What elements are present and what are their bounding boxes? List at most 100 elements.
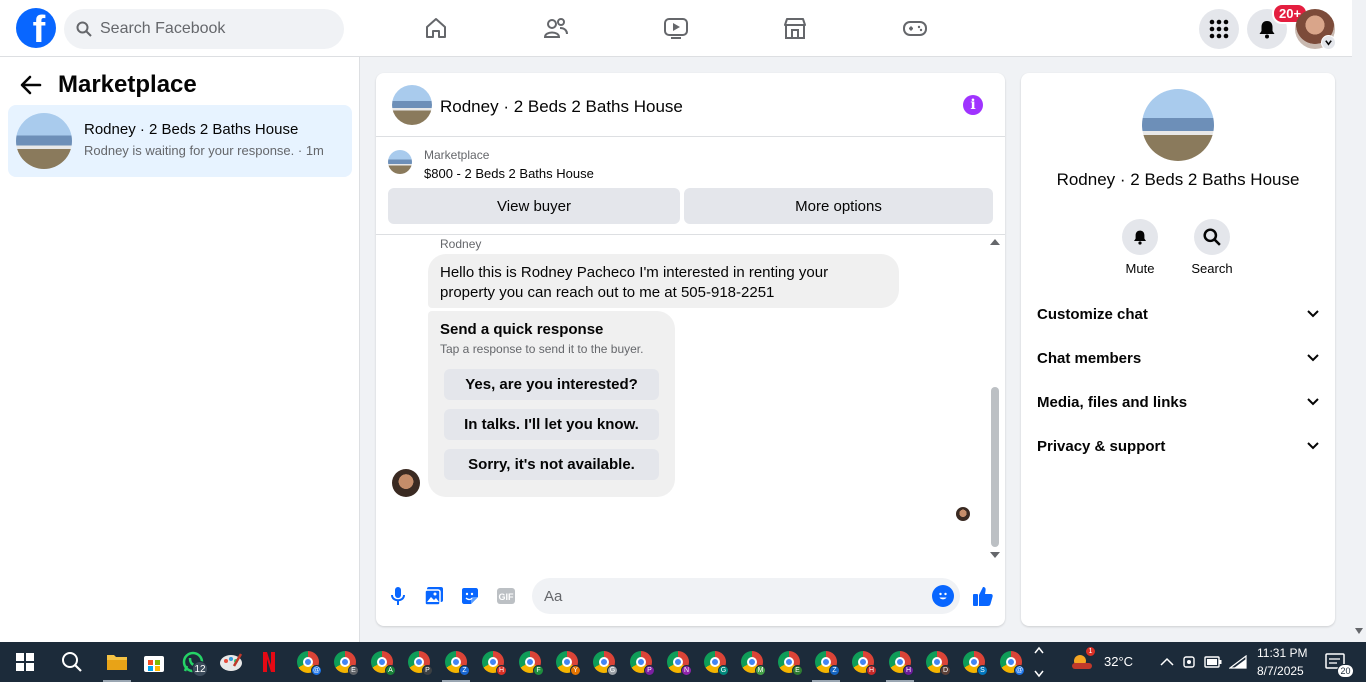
taskbar-scroll-arrows[interactable] — [1032, 644, 1046, 680]
left-sidebar: Marketplace Rodney · 2 Beds 2 Baths Hous… — [0, 57, 360, 642]
quick-response-subtitle: Tap a response to send it to the buyer. — [440, 342, 644, 356]
sidebar-header: Marketplace — [20, 71, 197, 99]
windows-start-icon[interactable] — [13, 650, 37, 674]
chrome-icon[interactable]: F — [518, 650, 544, 676]
chat-thumbnail[interactable] — [392, 85, 432, 125]
search-box[interactable] — [64, 9, 344, 49]
conversation-item[interactable]: Rodney · 2 Beds 2 Baths House Rodney is … — [8, 105, 352, 177]
temperature-text[interactable]: 32°C — [1104, 654, 1133, 669]
search-input[interactable] — [100, 20, 320, 38]
chrome-icon[interactable]: H — [888, 650, 914, 676]
page-title: Marketplace — [58, 71, 197, 98]
message-composer[interactable] — [532, 578, 960, 614]
seen-indicator-avatar — [956, 507, 970, 521]
privacy-support-row[interactable]: Privacy & support — [1037, 424, 1319, 468]
chrome-icon[interactable]: D — [925, 650, 951, 676]
clock-time[interactable]: 11:31 PM — [1257, 646, 1307, 660]
paint-icon[interactable] — [219, 650, 243, 674]
chrome-icon[interactable]: P — [629, 650, 655, 676]
customize-chat-row[interactable]: Customize chat — [1037, 292, 1319, 336]
chevron-down-icon — [1307, 310, 1319, 318]
search-icon[interactable] — [60, 650, 84, 674]
file-explorer-icon[interactable] — [105, 650, 129, 674]
marketplace-icon[interactable] — [779, 12, 811, 44]
listing-thumbnail — [16, 113, 72, 169]
weather-icon[interactable]: 1 — [1070, 646, 1096, 674]
section-label: Privacy & support — [1037, 437, 1166, 455]
notification-center-icon[interactable]: 20 — [1324, 650, 1354, 678]
chrome-icon[interactable]: Y — [555, 650, 581, 676]
quick-response-button[interactable]: Yes, are you interested? — [444, 369, 659, 400]
chrome-icon[interactable]: S — [962, 650, 988, 676]
home-icon[interactable] — [420, 12, 452, 44]
page-scrollbar[interactable] — [1352, 0, 1366, 642]
chrome-icon[interactable]: H — [851, 650, 877, 676]
menu-grid-button[interactable] — [1199, 9, 1239, 49]
scroll-down-arrow[interactable] — [1355, 628, 1363, 634]
tray-overflow-icon[interactable] — [1155, 650, 1179, 674]
chrome-icon[interactable]: @ — [999, 650, 1025, 676]
chrome-icon[interactable]: H — [481, 650, 507, 676]
chevron-down-icon — [1307, 442, 1319, 450]
search-conversation-button[interactable]: Search — [1182, 219, 1242, 276]
chrome-icon[interactable]: N — [666, 650, 692, 676]
top-navigation-bar: f 20+ — [0, 0, 1352, 57]
video-icon[interactable] — [660, 12, 692, 44]
microphone-icon[interactable] — [387, 585, 409, 607]
chrome-icon[interactable]: Z — [814, 650, 840, 676]
friends-icon[interactable] — [540, 12, 572, 44]
listing-price[interactable]: $800 - 2 Beds 2 Baths House — [424, 166, 594, 181]
quick-response-button[interactable]: In talks. I'll let you know. — [444, 409, 659, 440]
chrome-icon[interactable]: A — [370, 650, 396, 676]
details-thumbnail[interactable] — [1142, 89, 1214, 161]
media-files-links-row[interactable]: Media, files and links — [1037, 380, 1319, 424]
info-icon[interactable]: i — [963, 95, 983, 115]
message-input[interactable] — [544, 587, 924, 605]
chrome-icon[interactable]: M — [740, 650, 766, 676]
chrome-icon[interactable]: P — [407, 650, 433, 676]
gaming-icon[interactable] — [899, 12, 931, 44]
sticker-icon[interactable] — [459, 585, 481, 607]
chrome-icon[interactable]: G — [703, 650, 729, 676]
chrome-icon[interactable]: G — [592, 650, 618, 676]
grid-icon — [1209, 19, 1229, 39]
emoji-icon[interactable] — [932, 585, 954, 607]
view-buyer-button[interactable]: View buyer — [388, 188, 680, 224]
sender-avatar[interactable] — [392, 469, 420, 497]
chrome-icon[interactable]: Z — [444, 650, 470, 676]
meet-now-icon[interactable] — [1178, 650, 1202, 674]
chat-scrollbar[interactable] — [991, 387, 999, 547]
chevron-down-icon — [1307, 398, 1319, 406]
thumbs-up-icon[interactable] — [972, 585, 994, 607]
whatsapp-badge: 12 — [192, 661, 208, 677]
whatsapp-icon[interactable]: 12 — [181, 650, 208, 677]
chrome-icon[interactable]: E — [333, 650, 359, 676]
back-arrow-icon[interactable] — [20, 75, 42, 95]
chat-title[interactable]: Rodney · 2 Beds 2 Baths House — [440, 97, 683, 117]
clock-date[interactable]: 8/7/2025 — [1257, 664, 1304, 678]
battery-icon[interactable] — [1201, 650, 1225, 674]
listing-thumbnail-small — [388, 150, 412, 174]
wifi-icon[interactable] — [1226, 650, 1250, 674]
chrome-icon[interactable]: @ — [296, 650, 322, 676]
message-bubble[interactable]: Hello this is Rodney Pacheco I'm interes… — [428, 254, 899, 308]
conversation-title: Rodney · 2 Beds 2 Baths House — [84, 121, 299, 138]
search-icon — [76, 21, 92, 37]
scroll-down-arrow[interactable] — [990, 552, 1000, 558]
netflix-icon[interactable] — [257, 650, 281, 674]
photo-icon[interactable] — [423, 585, 445, 607]
gif-icon[interactable]: GIF — [495, 585, 517, 607]
chrome-icon[interactable]: E — [777, 650, 803, 676]
details-title: Rodney · 2 Beds 2 Baths House — [1056, 170, 1300, 189]
scroll-up-arrow[interactable] — [990, 239, 1000, 245]
svg-text:GIF: GIF — [499, 592, 515, 602]
more-options-button[interactable]: More options — [684, 188, 993, 224]
mute-button[interactable]: Mute — [1110, 219, 1170, 276]
listing-label: Marketplace — [424, 148, 490, 162]
divider — [376, 234, 1005, 235]
chevron-down-icon[interactable] — [1321, 35, 1336, 50]
store-icon[interactable] — [142, 650, 166, 674]
quick-response-button[interactable]: Sorry, it's not available. — [444, 449, 659, 480]
facebook-logo[interactable]: f — [16, 8, 56, 48]
chat-members-row[interactable]: Chat members — [1037, 336, 1319, 380]
